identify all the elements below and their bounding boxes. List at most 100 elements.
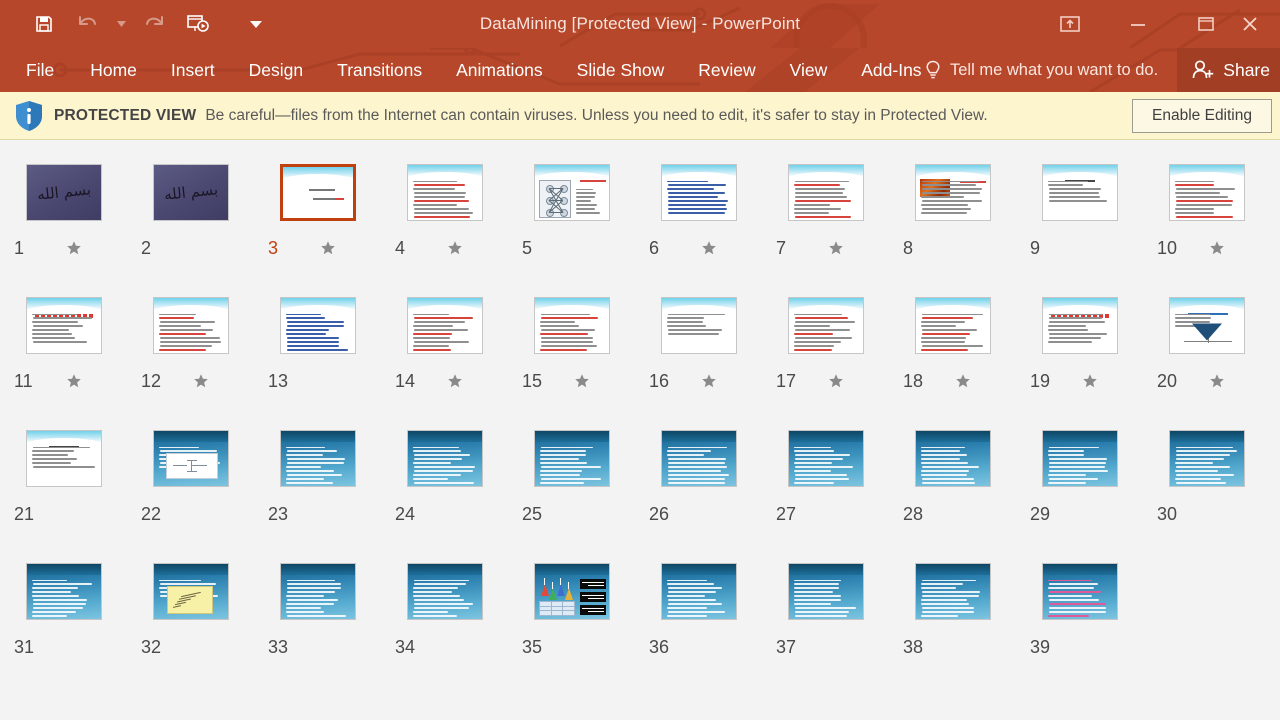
slide-thumbnail-frame[interactable] <box>279 286 356 364</box>
slide-thumbnail-item[interactable]: 33 <box>254 549 381 682</box>
slide-thumbnail-frame[interactable] <box>152 552 229 630</box>
slide-thumbnail[interactable] <box>406 562 483 620</box>
share-button[interactable]: Share <box>1177 48 1280 92</box>
ribbon-display-options-icon[interactable] <box>1036 0 1104 48</box>
slide-thumbnail[interactable] <box>25 296 102 354</box>
star-icon[interactable] <box>66 373 82 389</box>
slide-thumbnail-item[interactable]: 13 <box>254 283 381 416</box>
slide-thumbnail-frame[interactable] <box>533 153 610 231</box>
tab-view[interactable]: View <box>790 48 828 92</box>
slide-thumbnail-item[interactable]: 20 <box>1143 283 1270 416</box>
slide-thumbnail-item[interactable]: 26 <box>635 416 762 549</box>
tab-insert[interactable]: Insert <box>171 48 215 92</box>
slide-thumbnail-frame[interactable] <box>406 153 483 231</box>
slide-thumbnail[interactable] <box>152 562 229 620</box>
slide-thumbnail-item[interactable]: 17 <box>762 283 889 416</box>
tell-me-box[interactable]: Tell me what you want to do. <box>925 48 1158 92</box>
minimize-icon[interactable] <box>1104 0 1172 48</box>
slide-thumbnail-item[interactable]: 25 <box>508 416 635 549</box>
customize-qat-icon[interactable] <box>234 4 278 44</box>
slide-thumbnail-item[interactable]: 35 <box>508 549 635 682</box>
star-icon[interactable] <box>193 373 209 389</box>
slide-thumbnail-item[interactable]: 6 <box>635 150 762 283</box>
slide-thumbnail-item[interactable]: 15 <box>508 283 635 416</box>
slide-thumbnail[interactable] <box>914 562 991 620</box>
tab-slide-show[interactable]: Slide Show <box>577 48 665 92</box>
slide-thumbnail[interactable] <box>533 163 610 221</box>
slide-thumbnail-item[interactable]: 31 <box>0 549 127 682</box>
slide-thumbnail[interactable] <box>279 429 356 487</box>
slide-thumbnail-frame[interactable] <box>660 419 737 497</box>
slide-thumbnail-item[interactable]: 19 <box>1016 283 1143 416</box>
slide-thumbnail[interactable] <box>787 429 864 487</box>
slide-thumbnail-frame[interactable] <box>787 153 864 231</box>
slide-thumbnail-item[interactable]: 4 <box>381 150 508 283</box>
slide-thumbnail-frame[interactable] <box>533 419 610 497</box>
slide-thumbnail[interactable] <box>152 296 229 354</box>
slide-thumbnail-item[interactable]: 16 <box>635 283 762 416</box>
slide-thumbnail[interactable] <box>660 429 737 487</box>
slide-thumbnail-item[interactable]: 3 <box>254 150 381 283</box>
save-icon[interactable] <box>22 4 66 44</box>
slide-thumbnail-item[interactable]: 9 <box>1016 150 1143 283</box>
slide-thumbnail-frame[interactable] <box>279 419 356 497</box>
slide-thumbnail[interactable] <box>660 562 737 620</box>
start-presentation-icon[interactable] <box>176 4 220 44</box>
slide-thumbnail-item[interactable]: 36 <box>635 549 762 682</box>
star-icon[interactable] <box>701 240 717 256</box>
star-icon[interactable] <box>574 373 590 389</box>
slide-thumbnail-frame[interactable] <box>660 286 737 364</box>
star-icon[interactable] <box>320 240 336 256</box>
tab-home[interactable]: Home <box>90 48 137 92</box>
slide-thumbnail-item[interactable]: 28 <box>889 416 1016 549</box>
slide-thumbnail[interactable] <box>533 296 610 354</box>
slide-thumbnail-frame[interactable] <box>787 552 864 630</box>
star-icon[interactable] <box>1082 373 1098 389</box>
slide-thumbnail-frame[interactable] <box>914 286 991 364</box>
tab-animations[interactable]: Animations <box>456 48 543 92</box>
slide-thumbnail-item[interactable]: 23 <box>254 416 381 549</box>
slide-thumbnail-item[interactable]: 10 <box>1143 150 1270 283</box>
slide-thumbnail-item[interactable]: 5 <box>508 150 635 283</box>
slide-thumbnail[interactable] <box>152 429 229 487</box>
slide-thumbnail-frame[interactable] <box>1041 552 1118 630</box>
slide-thumbnail-item[interactable]: بسم الله 1 <box>0 150 127 283</box>
star-icon[interactable] <box>447 240 463 256</box>
slide-thumbnail[interactable] <box>279 562 356 620</box>
slide-thumbnail[interactable] <box>1168 296 1245 354</box>
slide-thumbnail-item[interactable]: 11 <box>0 283 127 416</box>
slide-thumbnail-item[interactable]: 18 <box>889 283 1016 416</box>
slide-thumbnail-frame[interactable] <box>533 286 610 364</box>
slide-thumbnail[interactable] <box>1041 562 1118 620</box>
slide-thumbnail-item[interactable]: 22 <box>127 416 254 549</box>
slide-thumbnail-frame[interactable] <box>1041 419 1118 497</box>
slide-sorter-pane[interactable]: بسم الله 1 بسم الله 2 3 4 5 6 7 8 9 10 11 12 13 14 15 16… <box>0 140 1280 720</box>
star-icon[interactable] <box>955 373 971 389</box>
tab-file[interactable]: File <box>26 48 54 92</box>
slide-thumbnail[interactable] <box>914 429 991 487</box>
slide-thumbnail[interactable] <box>914 296 991 354</box>
slide-thumbnail-frame[interactable] <box>1168 153 1245 231</box>
slide-thumbnail-item[interactable]: 12 <box>127 283 254 416</box>
slide-thumbnail[interactable] <box>1041 429 1118 487</box>
tab-design[interactable]: Design <box>249 48 303 92</box>
slide-thumbnail[interactable]: بسم الله <box>152 163 229 221</box>
slide-thumbnail-frame[interactable] <box>1168 419 1245 497</box>
star-icon[interactable] <box>701 373 717 389</box>
tab-add-ins[interactable]: Add-Ins <box>861 48 921 92</box>
restore-icon[interactable] <box>1172 0 1240 48</box>
slide-thumbnail-frame[interactable] <box>1168 286 1245 364</box>
enable-editing-button[interactable]: Enable Editing <box>1132 98 1272 133</box>
slide-thumbnail[interactable] <box>533 429 610 487</box>
star-icon[interactable] <box>447 373 463 389</box>
slide-thumbnail-frame[interactable] <box>152 419 229 497</box>
slide-thumbnail-item[interactable]: 37 <box>762 549 889 682</box>
redo-icon[interactable] <box>132 4 176 44</box>
slide-thumbnail[interactable] <box>1168 163 1245 221</box>
slide-thumbnail[interactable] <box>787 562 864 620</box>
slide-thumbnail-item[interactable]: 27 <box>762 416 889 549</box>
slide-thumbnail[interactable] <box>279 163 356 221</box>
slide-thumbnail-frame[interactable] <box>660 153 737 231</box>
slide-thumbnail[interactable] <box>1041 163 1118 221</box>
slide-thumbnail-frame[interactable] <box>787 286 864 364</box>
